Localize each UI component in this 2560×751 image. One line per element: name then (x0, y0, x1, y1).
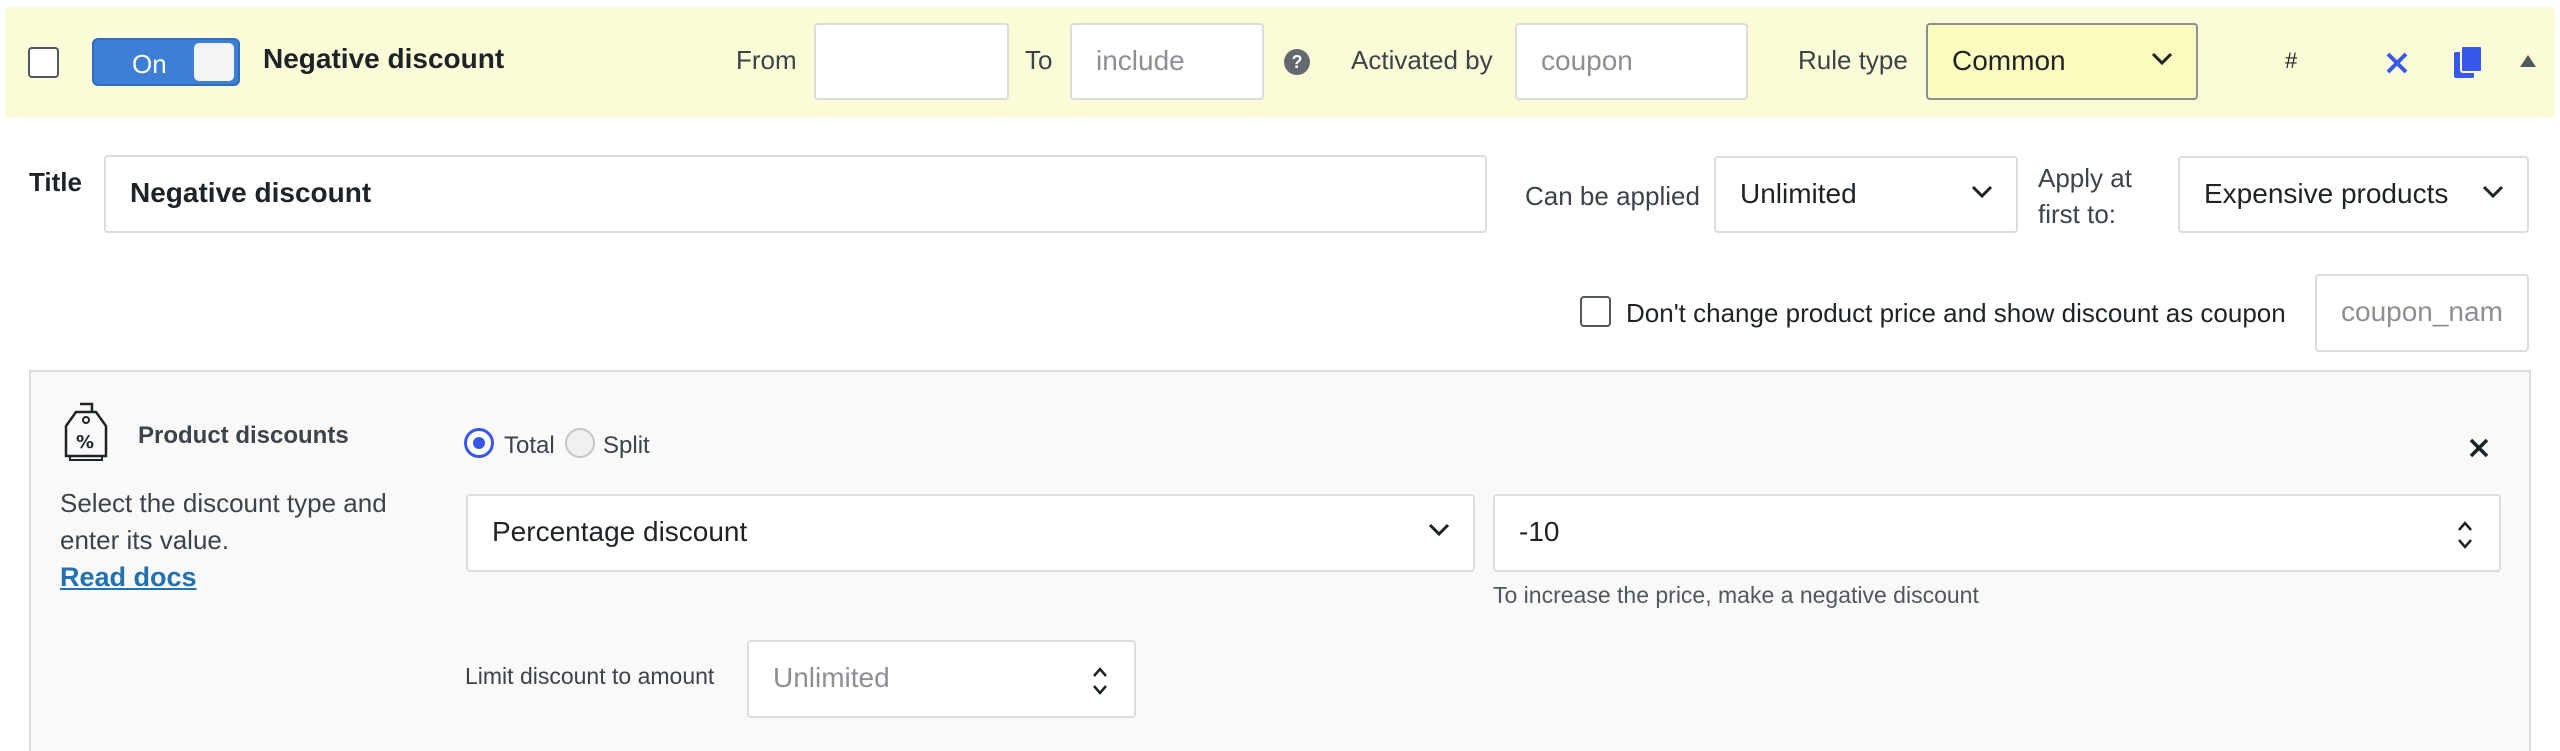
chevron-down-icon (1971, 185, 1993, 199)
chevron-down-icon (2482, 185, 2504, 199)
product-discounts-description-line2: enter its value. (60, 525, 230, 555)
discount-type-select[interactable]: Percentage discount (466, 494, 1475, 572)
read-docs-link[interactable]: Read docs (60, 562, 197, 593)
dont-change-price-checkbox[interactable] (1580, 296, 1611, 327)
limit-discount-label: Limit discount to amount (465, 663, 715, 689)
number-stepper-icon[interactable] (2455, 518, 2475, 552)
can-be-applied-label: Can be applied (1525, 181, 1700, 211)
can-be-applied-value: Unlimited (1740, 178, 1857, 209)
title-label: Title (29, 167, 82, 197)
chevron-down-icon (1428, 523, 1450, 537)
activated-by-input[interactable]: coupon (1515, 23, 1748, 100)
rule-type-select[interactable]: Common (1926, 23, 2198, 100)
limit-discount-placeholder: Unlimited (773, 662, 890, 693)
radio-total-label: Total (504, 432, 555, 459)
toggle-knob (194, 43, 234, 81)
copy-icon[interactable] (2453, 45, 2483, 79)
discount-value-input[interactable]: -10 (1493, 494, 2501, 572)
rule-enabled-toggle[interactable]: On (92, 38, 240, 86)
toggle-label: On (132, 49, 167, 79)
title-input[interactable]: Negative discount (104, 155, 1487, 233)
apply-first-select[interactable]: Expensive products (2178, 156, 2529, 233)
close-icon[interactable] (2384, 50, 2410, 76)
can-be-applied-select[interactable]: Unlimited (1714, 156, 2018, 233)
negative-discount-hint: To increase the price, make a negative d… (1493, 582, 1979, 608)
product-discounts-heading: Product discounts (138, 422, 349, 449)
from-label: From (736, 45, 797, 75)
limit-discount-input[interactable]: Unlimited (747, 640, 1136, 718)
to-label: To (1025, 45, 1053, 75)
remove-section-icon[interactable] (2468, 437, 2490, 459)
svg-text:%: % (76, 432, 94, 453)
radio-split-label: Split (603, 432, 650, 459)
to-date-input[interactable]: include (1070, 23, 1264, 100)
number-stepper-icon[interactable] (1090, 664, 1110, 698)
discount-value: -10 (1519, 516, 1560, 547)
rule-select-checkbox[interactable] (28, 47, 59, 78)
radio-total[interactable] (464, 428, 494, 458)
activated-by-label: Activated by (1351, 45, 1493, 75)
chevron-down-icon (2151, 52, 2173, 66)
hash-icon[interactable]: # (2285, 48, 2297, 74)
from-date-input[interactable] (814, 23, 1009, 100)
discount-tag-icon: % (64, 402, 108, 461)
dont-change-price-label: Don't change product price and show disc… (1626, 298, 2286, 328)
apply-first-value: Expensive products (2204, 178, 2449, 209)
product-discounts-description-line1: Select the discount type and (60, 488, 387, 518)
radio-split[interactable] (565, 428, 595, 458)
rule-type-label: Rule type (1798, 45, 1908, 75)
rule-name: Negative discount (263, 43, 505, 74)
apply-first-label-line1: Apply at (2038, 163, 2132, 193)
rule-type-value: Common (1952, 45, 2066, 76)
apply-first-label-line2: first to: (2038, 199, 2117, 229)
coupon-name-input[interactable]: coupon_nam (2315, 274, 2529, 352)
collapse-up-icon[interactable] (2519, 54, 2537, 68)
help-icon[interactable]: ? (1284, 49, 1310, 75)
discount-type-value: Percentage discount (492, 516, 748, 547)
